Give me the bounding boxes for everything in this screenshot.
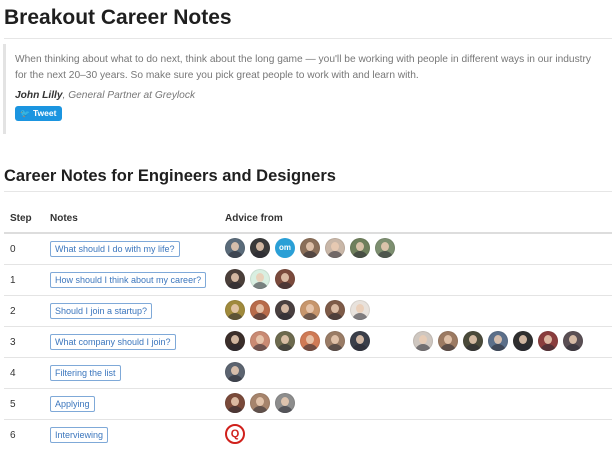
avatar[interactable] bbox=[325, 331, 345, 351]
step-number: 3 bbox=[4, 326, 44, 358]
note-link[interactable]: How should I think about my career? bbox=[50, 272, 207, 288]
avatar[interactable] bbox=[563, 331, 583, 351]
advisor-avatars bbox=[225, 362, 606, 384]
avatar[interactable] bbox=[225, 238, 245, 258]
quote-author: John Lilly bbox=[15, 90, 63, 101]
note-link[interactable]: What should I do with my life? bbox=[50, 241, 180, 257]
advice-from-cell bbox=[219, 326, 612, 358]
note-link[interactable]: Filtering the list bbox=[50, 365, 121, 381]
avatar[interactable] bbox=[488, 331, 508, 351]
advice-from-cell bbox=[219, 295, 612, 327]
avatar[interactable] bbox=[413, 331, 433, 351]
avatar[interactable] bbox=[350, 238, 370, 258]
step-number: 1 bbox=[4, 264, 44, 296]
note-cell: What company should I join? bbox=[44, 326, 219, 358]
avatar[interactable] bbox=[225, 300, 245, 320]
tweet-button[interactable]: 🐦 Tweet bbox=[15, 106, 63, 121]
avatar[interactable] bbox=[250, 238, 270, 258]
step-number: 2 bbox=[4, 295, 44, 327]
section-title: Career Notes for Engineers and Designers bbox=[4, 167, 336, 185]
advisor-avatars bbox=[225, 300, 606, 322]
avatar[interactable] bbox=[513, 331, 533, 351]
avatar[interactable] bbox=[250, 393, 270, 413]
table-row: 5 Applying bbox=[4, 388, 612, 420]
avatar[interactable] bbox=[225, 331, 245, 351]
advice-from-cell bbox=[219, 264, 612, 296]
avatar-logo[interactable]: om bbox=[275, 238, 295, 258]
avatar[interactable] bbox=[225, 362, 245, 382]
avatar[interactable] bbox=[225, 393, 245, 413]
note-cell: Should I join a startup? bbox=[44, 295, 219, 327]
advisor-avatars: Q bbox=[225, 424, 606, 446]
avatar[interactable] bbox=[275, 269, 295, 289]
avatar[interactable] bbox=[275, 300, 295, 320]
avatar[interactable] bbox=[375, 238, 395, 258]
avatar[interactable] bbox=[438, 331, 458, 351]
quote-block: When thinking about what to do next, thi… bbox=[3, 44, 608, 134]
note-cell: What should I do with my life? bbox=[44, 232, 219, 265]
table-row: 1 How should I think about my career? bbox=[4, 264, 612, 296]
twitter-bird-icon: 🐦 bbox=[20, 109, 30, 118]
step-number: 6 bbox=[4, 419, 44, 450]
advice-from-cell: om bbox=[219, 232, 612, 265]
table-row: 2 Should I join a startup? bbox=[4, 295, 612, 327]
avatar[interactable] bbox=[275, 393, 295, 413]
note-link[interactable]: Should I join a startup? bbox=[50, 303, 153, 319]
advice-from-cell bbox=[219, 388, 612, 420]
note-cell: Filtering the list bbox=[44, 357, 219, 389]
avatar[interactable] bbox=[300, 331, 320, 351]
avatar[interactable] bbox=[275, 331, 295, 351]
advisor-avatars: om bbox=[225, 238, 606, 260]
avatar[interactable] bbox=[350, 300, 370, 320]
note-link[interactable]: Applying bbox=[50, 396, 95, 412]
page-title: Breakout Career Notes bbox=[4, 6, 232, 29]
avatar[interactable] bbox=[250, 269, 270, 289]
advice-from-cell bbox=[219, 357, 612, 389]
note-cell: Applying bbox=[44, 388, 219, 420]
avatar[interactable] bbox=[225, 269, 245, 289]
avatar[interactable] bbox=[538, 331, 558, 351]
table-row: 0 What should I do with my life? om bbox=[4, 232, 612, 265]
note-cell: Interviewing bbox=[44, 419, 219, 450]
note-link[interactable]: What company should I join? bbox=[50, 334, 176, 350]
tweet-label: Tweet bbox=[32, 108, 57, 118]
step-number: 4 bbox=[4, 357, 44, 389]
avatar[interactable] bbox=[325, 238, 345, 258]
quote-role: , General Partner at Greylock bbox=[62, 90, 196, 101]
avatar[interactable] bbox=[250, 300, 270, 320]
step-number: 0 bbox=[4, 232, 44, 265]
advisor-avatars bbox=[225, 269, 606, 291]
avatar-logo[interactable]: Q bbox=[225, 424, 245, 444]
avatar[interactable] bbox=[325, 300, 345, 320]
section-divider bbox=[4, 191, 612, 192]
header-step: Step bbox=[4, 205, 44, 234]
avatar[interactable] bbox=[463, 331, 483, 351]
title-divider bbox=[4, 38, 612, 39]
note-link[interactable]: Interviewing bbox=[50, 427, 109, 443]
header-notes: Notes bbox=[44, 205, 219, 234]
avatar[interactable] bbox=[250, 331, 270, 351]
table-row: 6 Interviewing Q bbox=[4, 419, 612, 450]
table-header-row: Step Notes Advice from bbox=[4, 205, 612, 234]
avatar[interactable] bbox=[300, 238, 320, 258]
note-cell: How should I think about my career? bbox=[44, 264, 219, 296]
avatar[interactable] bbox=[300, 300, 320, 320]
step-number: 5 bbox=[4, 388, 44, 420]
header-advice-from: Advice from bbox=[219, 205, 612, 234]
avatar[interactable] bbox=[350, 331, 370, 351]
quote-text: When thinking about what to do next, thi… bbox=[15, 54, 591, 81]
advice-from-cell: Q bbox=[219, 419, 612, 450]
table-row: 4 Filtering the list bbox=[4, 357, 612, 389]
advisor-avatars bbox=[225, 331, 606, 353]
quote-attribution: John Lilly, General Partner at Greylock bbox=[15, 90, 608, 101]
advisor-avatars bbox=[225, 393, 606, 415]
table-row: 3 What company should I join? bbox=[4, 326, 612, 358]
career-notes-table: Step Notes Advice from 0 What should I do… bbox=[4, 205, 612, 450]
